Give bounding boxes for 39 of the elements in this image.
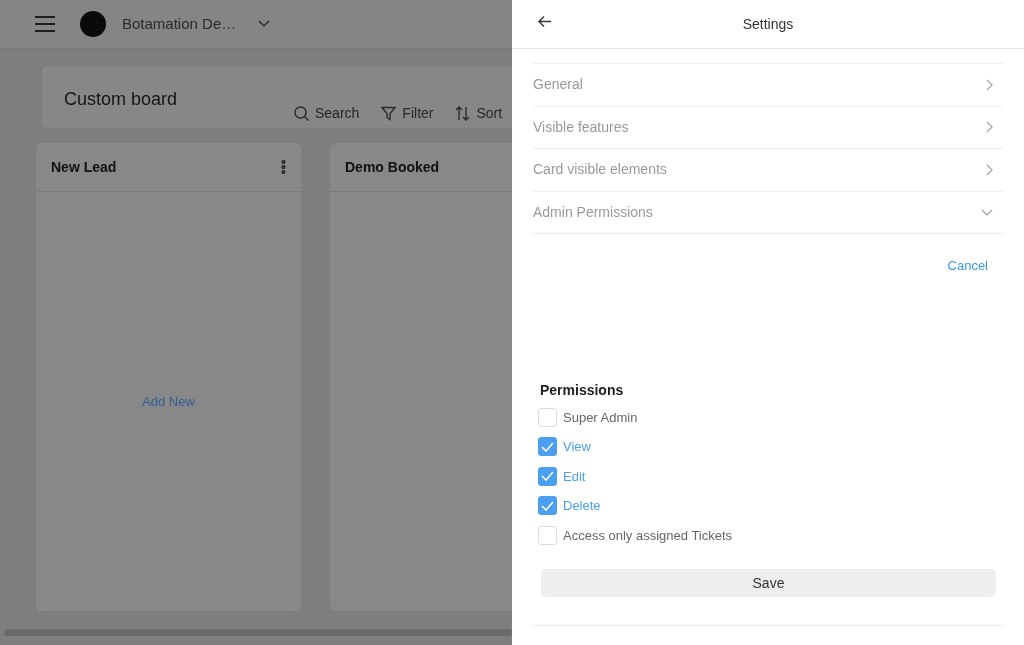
settings-section[interactable]: Visible features — [533, 106, 1003, 149]
chevron-down-icon[interactable] — [258, 20, 271, 28]
permission-label: View — [563, 438, 591, 456]
save-button[interactable]: Save — [541, 569, 996, 597]
checkbox[interactable] — [538, 496, 557, 516]
settings-section[interactable]: Admin Permissions — [533, 191, 1003, 234]
logo-icon — [80, 11, 106, 37]
check-icon — [541, 441, 554, 452]
permission-label: Access only assigned Tickets — [563, 526, 733, 545]
more-button[interactable] — [281, 160, 286, 174]
permissions-heading: Permissions — [540, 380, 625, 400]
menu-icon — [34, 15, 56, 33]
checkbox[interactable] — [538, 466, 557, 486]
check-icon — [541, 471, 554, 482]
add-new-link[interactable]: Add New — [136, 390, 201, 413]
menu-button[interactable] — [34, 15, 56, 33]
workspace-name[interactable]: Botamation De… — [122, 12, 237, 36]
sort-button[interactable]: Sort — [455, 103, 503, 124]
settings-section[interactable]: Card visible elements — [533, 149, 1003, 192]
filter-icon — [381, 106, 397, 121]
more-icon — [281, 160, 286, 174]
permission-label: Super Admin — [563, 408, 638, 427]
check-icon — [541, 500, 554, 511]
scrollbar[interactable] — [4, 629, 512, 636]
column-title: Demo Booked — [345, 157, 440, 177]
cancel-link[interactable]: Cancel — [947, 256, 988, 276]
back-arrow-icon — [538, 15, 552, 28]
settings-section[interactable]: General — [533, 64, 1003, 107]
checkbox[interactable] — [538, 437, 557, 457]
back-button[interactable] — [536, 13, 554, 30]
sort-icon — [455, 106, 471, 121]
panel-title: Settings — [742, 14, 794, 34]
search-button[interactable]: Search — [294, 103, 360, 124]
search-icon — [294, 106, 309, 121]
permission-label: Edit — [563, 467, 586, 486]
column-title: New Lead — [51, 157, 117, 177]
board-title: Custom board — [64, 88, 178, 111]
filter-button[interactable]: Filter — [381, 103, 434, 124]
permission-label: Delete — [563, 497, 601, 515]
